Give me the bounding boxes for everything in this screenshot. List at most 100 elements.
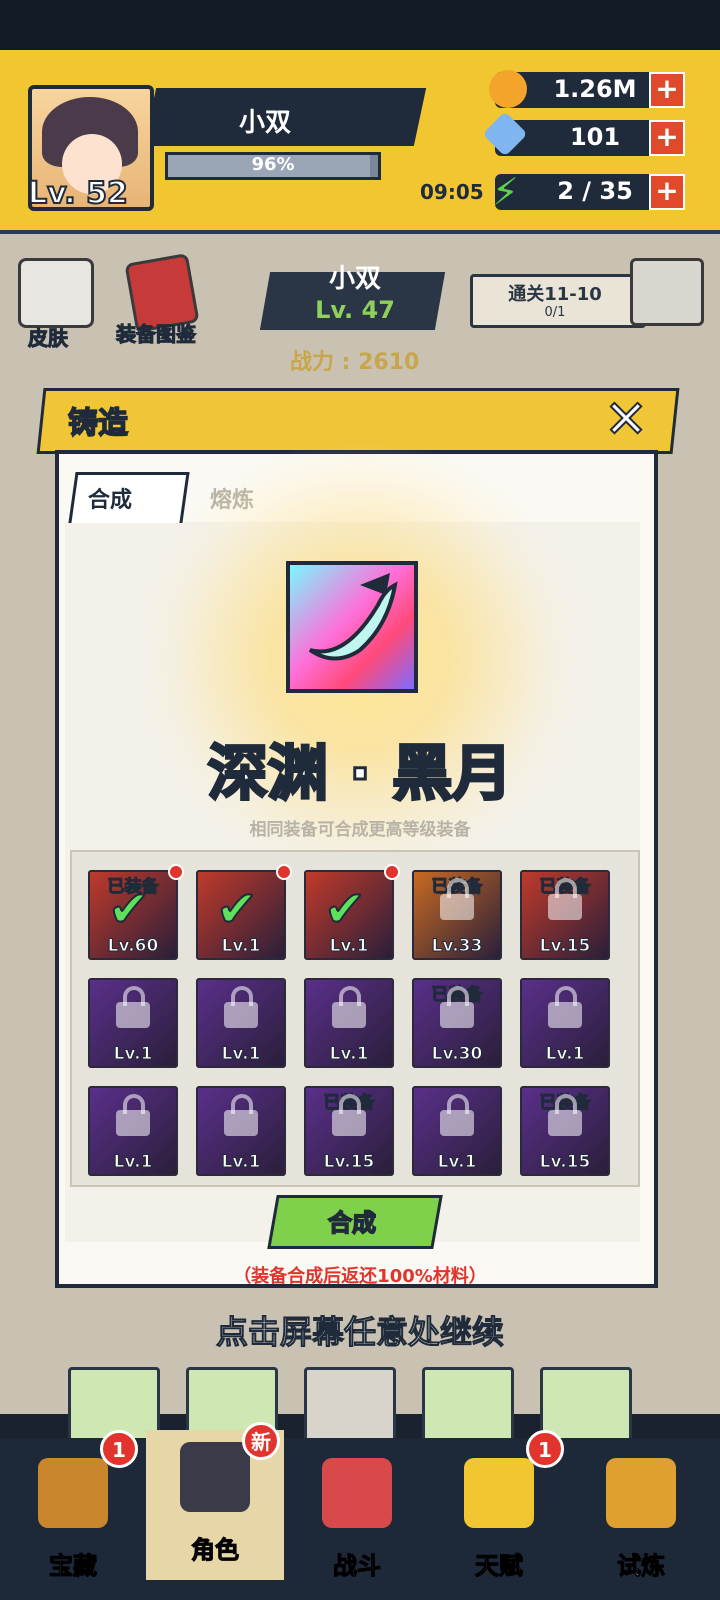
energy-timer: 09:05 (420, 180, 484, 204)
slot-level: Lv.1 (113, 1152, 153, 1173)
material-slot[interactable]: Lv.1 (196, 978, 286, 1068)
material-grid: 已装备✔Lv.60✔Lv.1✔Lv.1已装备Lv.33已装备Lv.15Lv.1L… (70, 850, 640, 1187)
status-bar (0, 0, 720, 50)
lock-icon (224, 986, 258, 1028)
material-slot[interactable]: 已装备Lv.30 (412, 978, 502, 1068)
slot-level: Lv.33 (431, 936, 483, 957)
slot-level: Lv.1 (437, 1152, 477, 1173)
lock-icon (116, 986, 150, 1028)
skin-icon[interactable] (18, 258, 94, 328)
equipment-slot-armor[interactable] (304, 1367, 396, 1443)
energy-amount: 2 / 35 (557, 177, 633, 205)
stage-label: 通关11-10 (508, 284, 602, 305)
material-slot[interactable]: ✔ Lv.1 (196, 870, 286, 960)
gift-box-icon[interactable] (630, 258, 704, 326)
material-slot[interactable]: 已装备Lv.15 (520, 1086, 610, 1176)
combat-power: 战力 : 2610 (290, 350, 420, 375)
nav-label: 角色 (191, 1536, 240, 1565)
material-slot[interactable]: Lv.1 (196, 1086, 286, 1176)
lock-icon (548, 878, 582, 920)
nav-badge: 新 (242, 1422, 280, 1460)
material-slot[interactable]: 已装备Lv.15 (520, 870, 610, 960)
treasure-chest-icon (38, 1458, 108, 1528)
lock-icon (116, 1094, 150, 1136)
battle-icon (322, 1458, 392, 1528)
notification-dot (276, 864, 292, 880)
nav-badge: 1 (100, 1430, 138, 1468)
close-icon[interactable]: ✕ (598, 393, 654, 450)
lock-icon (440, 986, 474, 1028)
coin-icon (489, 70, 527, 108)
material-slot[interactable]: 已装备Lv.33 (412, 870, 502, 960)
result-item-icon (286, 561, 418, 693)
material-slot[interactable]: Lv.1 (88, 1086, 178, 1176)
player-name: 小双 (238, 108, 291, 138)
nav-item-2[interactable]: 战斗 (288, 1446, 426, 1596)
material-slot[interactable]: Lv.1 (88, 978, 178, 1068)
exp-percent: 96% (251, 154, 295, 175)
material-slot[interactable]: 已装备 ✔ Lv.60 (88, 870, 178, 960)
nav-label: 战斗 (333, 1552, 382, 1581)
lock-icon (548, 1094, 582, 1136)
nav-item-3[interactable]: 天赋 1 (430, 1430, 568, 1596)
codex-label[interactable]: 装备图鉴 (116, 318, 197, 347)
lock-icon (548, 986, 582, 1028)
slot-level: Lv.1 (221, 936, 261, 957)
lock-icon (332, 986, 366, 1028)
material-slot[interactable]: Lv.1 (520, 978, 610, 1068)
nav-badge: 1 (526, 1430, 564, 1468)
gold-amount: 1.26M (553, 75, 637, 103)
slot-level: Lv.60 (107, 936, 159, 957)
tab-synthesize-label[interactable]: 合成 (88, 482, 132, 514)
nav-item-0[interactable]: 宝藏 1 (4, 1430, 142, 1596)
material-slot[interactable]: Lv.1 (304, 978, 394, 1068)
add-gems-button[interactable]: + (649, 120, 685, 156)
equipment-slot-robe[interactable] (422, 1367, 514, 1443)
nav-item-4[interactable]: 试炼 (572, 1446, 710, 1596)
notification-dot (384, 864, 400, 880)
nav-label: 天赋 (475, 1552, 524, 1581)
gem-amount: 101 (569, 123, 621, 151)
nav-label: 试炼 (617, 1552, 666, 1581)
slot-level: Lv.1 (221, 1044, 261, 1065)
energy-counter: 2 / 35 + (495, 174, 685, 210)
slot-level: Lv.1 (329, 1044, 369, 1065)
add-energy-button[interactable]: + (649, 174, 685, 210)
slot-level: Lv.1 (329, 936, 369, 957)
skin-label[interactable]: 皮肤 (28, 322, 69, 351)
talent-bulb-icon (464, 1458, 534, 1528)
forge-title: 铸造 (67, 405, 129, 442)
nav-item-1[interactable]: 角色 新 (146, 1422, 284, 1580)
slot-level: Lv.30 (431, 1044, 483, 1065)
slot-level: Lv.1 (545, 1044, 585, 1065)
character-name: 小双 (328, 264, 381, 294)
trial-icon (606, 1458, 676, 1528)
refund-note: （装备合成后返还100%材料） (233, 1266, 487, 1287)
slot-level: Lv.1 (113, 1044, 153, 1065)
nav-label: 宝藏 (49, 1552, 98, 1581)
stage-progress: 0/1 (544, 305, 566, 320)
character-icon (180, 1442, 250, 1512)
player-level: Lv. 52 (27, 175, 129, 212)
notification-dot (168, 864, 184, 880)
material-slot[interactable]: 已装备Lv.15 (304, 1086, 394, 1176)
slot-level: Lv.15 (323, 1152, 375, 1173)
lock-icon (440, 1094, 474, 1136)
synthesis-hint: 相同装备可合成更高等级装备 (249, 820, 471, 840)
result-item-name: 深渊 · 黑月 (206, 738, 514, 811)
character-level: Lv. 47 (315, 296, 395, 324)
add-gold-button[interactable]: + (649, 72, 685, 108)
lock-icon (224, 1094, 258, 1136)
tap-to-continue[interactable]: 点击屏幕任意处继续 (100, 1307, 620, 1353)
slot-level: Lv.15 (539, 936, 591, 957)
check-icon: ✔ (107, 880, 151, 938)
material-slot[interactable]: Lv.1 (412, 1086, 502, 1176)
check-icon: ✔ (323, 880, 367, 938)
lock-icon (332, 1094, 366, 1136)
check-icon: ✔ (215, 880, 259, 938)
material-slot[interactable]: ✔ Lv.1 (304, 870, 394, 960)
synthesize-button-label[interactable]: 合成 (272, 1203, 432, 1238)
lock-icon (440, 878, 474, 920)
slot-level: Lv.1 (221, 1152, 261, 1173)
slot-level: Lv.15 (539, 1152, 591, 1173)
